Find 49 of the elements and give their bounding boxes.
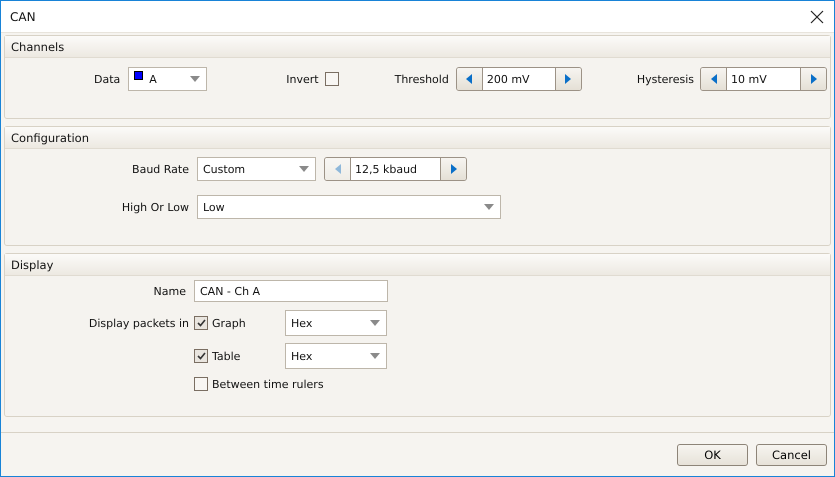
cancel-button[interactable]: Cancel (756, 444, 827, 466)
left-arrow-icon (710, 74, 716, 84)
caret-icon (190, 76, 200, 82)
checkbox-label: Graph (212, 316, 247, 330)
section-title: Configuration (11, 130, 89, 144)
ok-button[interactable]: OK (677, 444, 748, 466)
right-arrow-icon (810, 74, 816, 84)
caret-icon (484, 204, 494, 210)
increase-button[interactable] (556, 68, 581, 90)
field-label: Hysteresis (636, 72, 694, 86)
right-arrow-icon (565, 74, 572, 84)
section-title: Display (11, 258, 54, 272)
decrease-button[interactable] (701, 68, 726, 90)
caret-icon (299, 166, 309, 172)
baud-rate-dropdown[interactable]: Custom (197, 157, 316, 181)
checkbox-label: Table (212, 350, 242, 362)
format-dropdown[interactable]: Hex (285, 343, 387, 369)
checkbox[interactable] (194, 316, 208, 330)
section-title: Channels (11, 40, 64, 54)
check-icon (196, 352, 206, 360)
left-arrow-icon (466, 74, 472, 84)
caret-icon (370, 353, 380, 359)
left-arrow-icon (334, 164, 340, 174)
field-label: Data (94, 72, 120, 86)
spinner-value[interactable]: 10 mV (726, 68, 801, 90)
field-label: Display packets in (88, 316, 190, 330)
checkbox[interactable] (194, 377, 208, 391)
decrease-button[interactable] (456, 68, 482, 90)
check-icon (196, 319, 206, 327)
checkbox[interactable] (194, 349, 208, 363)
field-label: High Or Low (120, 200, 190, 214)
field-label: Invert (286, 72, 319, 86)
channel-dropdown[interactable]: A (128, 67, 208, 91)
increase-button[interactable] (801, 68, 826, 90)
field-label: Baud Rate (131, 162, 190, 176)
format-dropdown[interactable]: Hex (285, 310, 387, 336)
field-label: Threshold (394, 72, 449, 86)
window-title: CAN (10, 10, 36, 24)
name-field[interactable]: CAN - Ch A (194, 280, 388, 302)
increase-button[interactable] (441, 158, 466, 180)
spinner-value[interactable]: 12,5 kbaud (350, 158, 441, 180)
field-label: Name (152, 284, 187, 298)
close-button[interactable] (810, 10, 824, 24)
right-arrow-icon (450, 164, 456, 174)
high-or-low-dropdown[interactable]: Low (197, 195, 501, 219)
spinner-value[interactable]: 200 mV (482, 68, 556, 90)
checkbox[interactable] (324, 72, 339, 86)
caret-icon (370, 320, 380, 326)
checkbox-label: Between time rulers (212, 378, 324, 390)
